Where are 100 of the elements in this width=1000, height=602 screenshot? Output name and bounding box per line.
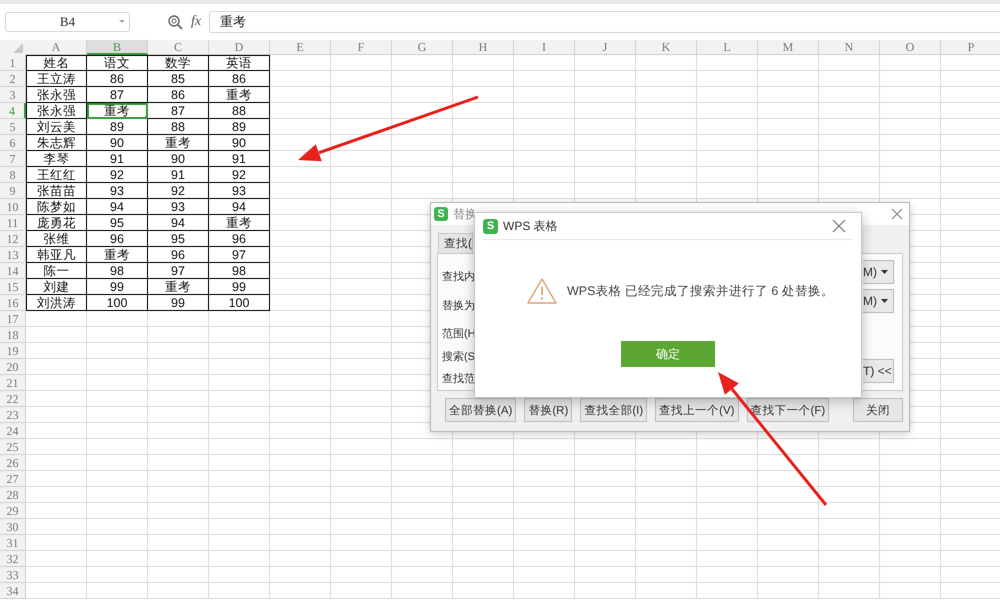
table-cell: 数学 bbox=[148, 55, 209, 71]
column-header[interactable]: L bbox=[697, 40, 758, 55]
table-cell: 陈一 bbox=[26, 263, 87, 279]
table-cell: 重考 bbox=[87, 247, 148, 263]
table-cell: 88 bbox=[209, 103, 270, 119]
table-cell: 李琴 bbox=[26, 151, 87, 167]
name-box[interactable]: B4 bbox=[5, 12, 130, 32]
row-header[interactable]: 10 bbox=[0, 199, 26, 215]
dialog-button[interactable]: 查找全部(I) bbox=[580, 398, 648, 422]
table-cell: 100 bbox=[87, 295, 148, 311]
column-header[interactable]: B bbox=[87, 40, 148, 55]
row-header[interactable]: 9 bbox=[0, 183, 26, 199]
row-header[interactable]: 13 bbox=[0, 247, 26, 263]
table-cell: 85 bbox=[148, 71, 209, 87]
row-header[interactable]: 8 bbox=[0, 167, 26, 183]
column-header[interactable]: D bbox=[209, 40, 270, 55]
dialog-button[interactable]: 查找下一个(F) bbox=[746, 398, 830, 422]
column-header[interactable]: O bbox=[880, 40, 941, 55]
table-cell: 89 bbox=[209, 119, 270, 135]
row-header[interactable]: 25 bbox=[0, 439, 26, 455]
table-cell: 91 bbox=[148, 167, 209, 183]
row-header[interactable]: 6 bbox=[0, 135, 26, 151]
dropdown[interactable]: M) bbox=[863, 260, 894, 284]
table-cell: 91 bbox=[87, 151, 148, 167]
table-cell: 92 bbox=[148, 183, 209, 199]
table-cell: 刘建 bbox=[26, 279, 87, 295]
table-cell: 张永强 bbox=[26, 87, 87, 103]
row-header[interactable]: 21 bbox=[0, 375, 26, 391]
dialog-button[interactable]: 查找上一个(V) bbox=[655, 398, 739, 422]
column-header[interactable]: J bbox=[575, 40, 636, 55]
row-header[interactable]: 22 bbox=[0, 391, 26, 407]
column-header[interactable]: P bbox=[941, 40, 1000, 55]
zoom-icon[interactable] bbox=[168, 14, 183, 30]
row-header[interactable]: 7 bbox=[0, 151, 26, 167]
row-header[interactable]: 3 bbox=[0, 87, 26, 103]
row-header[interactable]: 28 bbox=[0, 487, 26, 503]
row-header[interactable]: 27 bbox=[0, 471, 26, 487]
row-header[interactable]: 29 bbox=[0, 503, 26, 519]
column-header[interactable]: G bbox=[392, 40, 453, 55]
table-cell: 86 bbox=[209, 71, 270, 87]
row-header[interactable]: 26 bbox=[0, 455, 26, 471]
table-cell: 王立涛 bbox=[26, 71, 87, 87]
dialog-button[interactable]: 替换(R) bbox=[524, 398, 572, 422]
column-header[interactable]: M bbox=[758, 40, 819, 55]
table-cell: 100 bbox=[209, 295, 270, 311]
dialog-button[interactable]: 全部替换(A) bbox=[445, 398, 516, 422]
row-header[interactable]: 15 bbox=[0, 279, 26, 295]
formula-field[interactable]: 重考 bbox=[209, 11, 1000, 33]
caret-icon bbox=[881, 270, 888, 274]
row-header[interactable]: 24 bbox=[0, 423, 26, 439]
row-header[interactable]: 14 bbox=[0, 263, 26, 279]
ok-button[interactable]: 确定 bbox=[621, 341, 715, 367]
column-header[interactable]: F bbox=[331, 40, 392, 55]
caret-icon bbox=[881, 299, 888, 303]
column-header[interactable]: A bbox=[26, 40, 87, 55]
close-icon[interactable] bbox=[891, 208, 903, 220]
app-logo: S bbox=[483, 218, 498, 234]
row-header[interactable]: 31 bbox=[0, 535, 26, 551]
close-icon[interactable] bbox=[832, 219, 846, 233]
column-header[interactable]: K bbox=[636, 40, 697, 55]
app-logo: S bbox=[434, 207, 448, 221]
table-cell: 98 bbox=[209, 263, 270, 279]
column-header[interactable]: N bbox=[819, 40, 880, 55]
table-cell: 99 bbox=[209, 279, 270, 295]
row-header[interactable]: 30 bbox=[0, 519, 26, 535]
table-cell: 96 bbox=[148, 247, 209, 263]
table-cell: 96 bbox=[209, 231, 270, 247]
function-button[interactable]: fx bbox=[191, 14, 202, 30]
column-header[interactable]: E bbox=[270, 40, 331, 55]
field-label: 替换为 bbox=[442, 300, 475, 312]
dropdown[interactable]: M) bbox=[863, 289, 894, 313]
column-header[interactable]: I bbox=[514, 40, 575, 55]
dialog-button[interactable]: 关闭 bbox=[853, 398, 903, 422]
row-header[interactable]: 33 bbox=[0, 567, 26, 583]
row-header[interactable]: 2 bbox=[0, 71, 26, 87]
row-header[interactable]: 19 bbox=[0, 343, 26, 359]
table-cell: 重考 bbox=[148, 135, 209, 151]
table-cell: 94 bbox=[148, 215, 209, 231]
table-cell: 陈梦如 bbox=[26, 199, 87, 215]
row-header[interactable]: 34 bbox=[0, 583, 26, 599]
column-header[interactable]: H bbox=[453, 40, 514, 55]
table-cell: 刘云美 bbox=[26, 119, 87, 135]
row-header[interactable]: 5 bbox=[0, 119, 26, 135]
row-header[interactable]: 32 bbox=[0, 551, 26, 567]
row-header[interactable]: 12 bbox=[0, 231, 26, 247]
column-header[interactable]: C bbox=[148, 40, 209, 55]
row-header[interactable]: 23 bbox=[0, 407, 26, 423]
row-header[interactable]: 11 bbox=[0, 215, 26, 231]
table-cell: 94 bbox=[87, 199, 148, 215]
row-header[interactable]: 16 bbox=[0, 295, 26, 311]
row-header[interactable]: 17 bbox=[0, 311, 26, 327]
caret-icon[interactable] bbox=[119, 20, 125, 23]
row-header[interactable]: 20 bbox=[0, 359, 26, 375]
table-cell: 93 bbox=[148, 199, 209, 215]
row-header[interactable]: 4 bbox=[0, 103, 26, 119]
row-header[interactable]: 18 bbox=[0, 327, 26, 343]
table-cell: 王红红 bbox=[26, 167, 87, 183]
row-header[interactable]: 1 bbox=[0, 55, 26, 71]
options-button[interactable]: T) << bbox=[863, 359, 894, 383]
tab[interactable]: 查找( bbox=[438, 233, 473, 253]
